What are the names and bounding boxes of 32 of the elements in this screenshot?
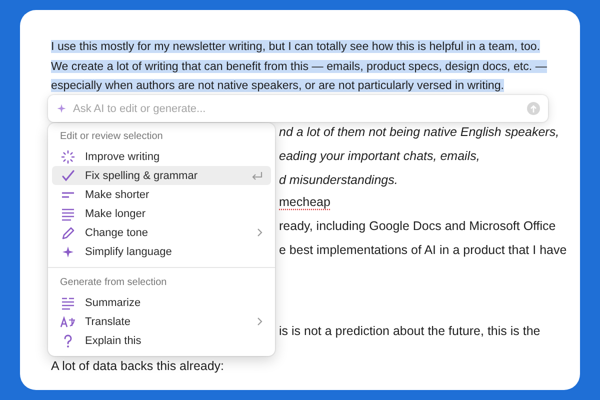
menu-item[interactable]: Summarize	[52, 293, 271, 312]
sparkle-icon	[61, 244, 75, 258]
arrow-up-icon	[530, 104, 537, 112]
sparkle-icon	[56, 103, 67, 114]
menu-section-heading: Generate from selection	[59, 276, 168, 290]
ai-prompt-field[interactable]: Ask AI to edit or generate...	[73, 102, 521, 114]
paragraph-text: is is not a prediction about the future, this is the	[279, 322, 540, 340]
summary-lines-icon	[61, 296, 75, 310]
sparkle-burst-icon	[61, 150, 75, 164]
menu-item[interactable]: Simplify language	[52, 242, 271, 261]
long-lines-icon	[61, 206, 75, 220]
menu-section-heading: Edit or review selection	[59, 130, 164, 144]
menu-item[interactable]: Fix spelling & grammar	[52, 166, 271, 185]
paragraph-text: ready, including Google Docs and Microsoft Office	[279, 218, 556, 234]
selected-paragraph: I use this mostly for my newsletter writing, but I can totally see how this is helpful in a team, too. We create a lot of writing that can benefit from this — emails, product specs, design docs, etc. — especially when authors are not native speakers, or are not particularly versed in writing.	[51, 39, 548, 94]
paragraph-text: mecheap	[279, 194, 330, 210]
submit-button[interactable]	[527, 102, 540, 115]
pen-icon	[61, 226, 75, 240]
menu-item[interactable]: Make longer	[52, 204, 271, 223]
menu-item[interactable]: Make shorter	[52, 185, 271, 204]
menu-item[interactable]: Translate	[52, 312, 271, 331]
checkmark-icon	[61, 168, 75, 182]
paragraph-text: A lot of data backs this already:	[51, 358, 224, 374]
paragraph-text: d misunderstandings.	[279, 172, 398, 188]
paragraph-text: eading your important chats, emails,	[279, 148, 480, 164]
return-key-icon	[251, 170, 263, 180]
paragraph-text: nd a lot of them not being native English speakers,	[279, 124, 560, 140]
translate-icon	[60, 314, 76, 328]
menu-item[interactable]: Explain this	[52, 331, 271, 350]
menu-item[interactable]: Improve writing	[52, 147, 271, 166]
paragraph-text: e best implementations of AI in a product that I have	[279, 242, 567, 258]
menu-item[interactable]: Change tone	[52, 223, 271, 242]
